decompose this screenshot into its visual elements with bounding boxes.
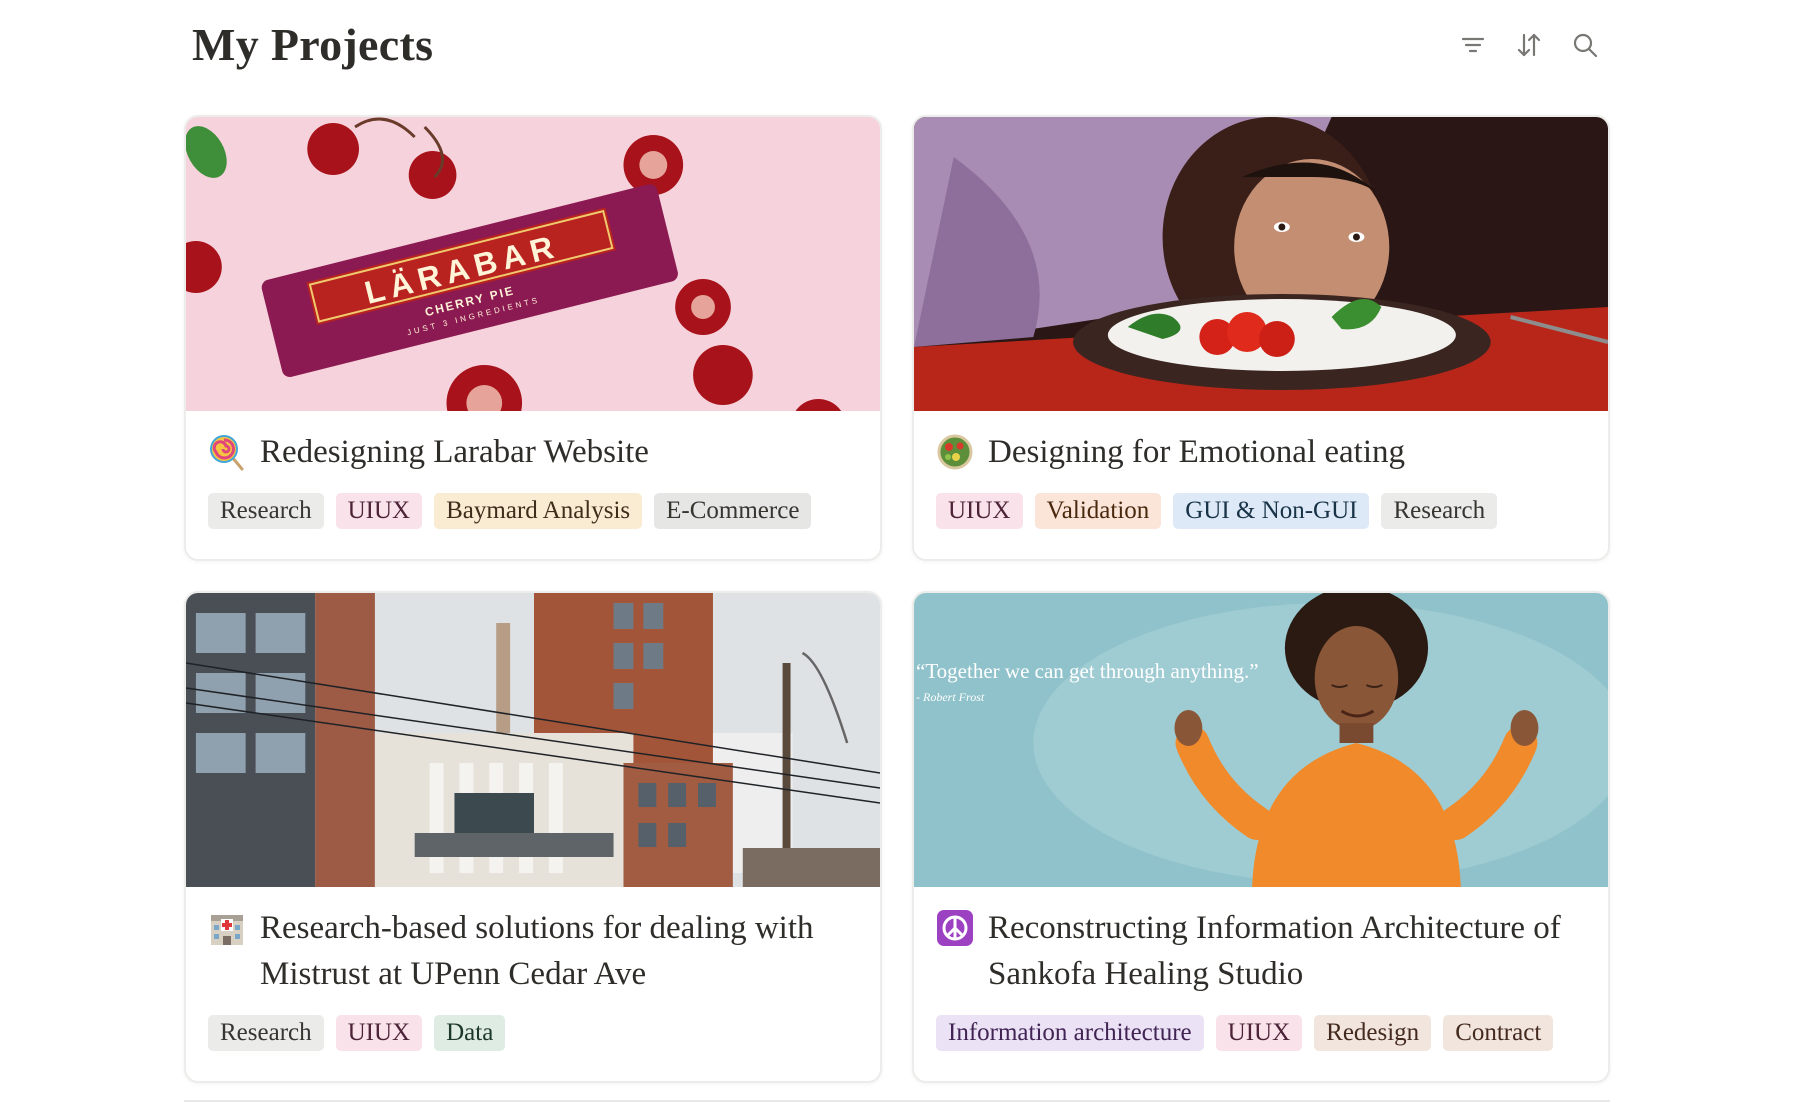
card-cover-image [186,593,880,887]
lollipop-icon [210,435,244,471]
tag: Contract [1443,1015,1554,1051]
view-toolbar [1452,24,1606,66]
peace-symbol-icon [937,910,973,946]
salad-icon [937,434,973,470]
tag-list: UIUX Validation GUI & Non-GUI Research [936,493,1586,529]
card-title: Redesigning Larabar Website [260,434,649,470]
tag: Research [208,493,324,529]
tag: Information architecture [936,1015,1204,1051]
page-title: My Projects [192,19,434,70]
search-button[interactable] [1564,24,1606,66]
tag-list: Information architecture UIUX Redesign C… [936,1015,1586,1051]
tag: UIUX [335,1015,423,1051]
card-cover-image: LÄRABAR CHERRY PIE JUST 3 INGREDIENTS [186,117,880,411]
project-card-larabar[interactable]: LÄRABAR CHERRY PIE JUST 3 INGREDIENTS Re… [184,115,882,561]
hospital-icon [211,915,243,945]
tag: E-Commerce [654,493,812,529]
card-title: Reconstructing Information Architecture … [988,910,1561,992]
tag-list: Research UIUX Baymard Analysis E-Commerc… [208,493,858,529]
card-cover-image [914,117,1608,411]
sort-button[interactable] [1508,24,1550,66]
page-header: My Projects [192,14,1606,76]
tag: GUI & Non-GUI [1173,493,1370,529]
tag: Redesign [1314,1015,1432,1051]
tag: Data [434,1015,506,1051]
tag: Baymard Analysis [434,493,643,529]
filter-button[interactable] [1452,24,1494,66]
cover-quote: “Together we can get through anything.” … [916,659,1259,704]
project-card-upenn-cedar[interactable]: Research-based solutions for dealing wit… [184,591,882,1083]
divider [184,1100,1610,1102]
tag: UIUX [1215,1015,1303,1051]
filter-icon [1461,37,1485,53]
tag-list: Research UIUX Data [208,1015,858,1051]
tag: Validation [1034,493,1162,529]
card-title: Designing for Emotional eating [988,434,1405,470]
tag: Research [208,1015,324,1051]
project-card-emotional-eating[interactable]: Designing for Emotional eating UIUX Vali… [912,115,1610,561]
card-title: Research-based solutions for dealing wit… [260,910,814,992]
tag: UIUX [936,493,1023,529]
tag: UIUX [335,493,423,529]
sort-icon [1517,33,1541,57]
project-card-sankofa[interactable]: “Together we can get through anything.” … [912,591,1610,1083]
card-cover-image: “Together we can get through anything.” … [914,593,1608,887]
tag: Research [1381,493,1498,529]
search-icon [1573,33,1598,58]
